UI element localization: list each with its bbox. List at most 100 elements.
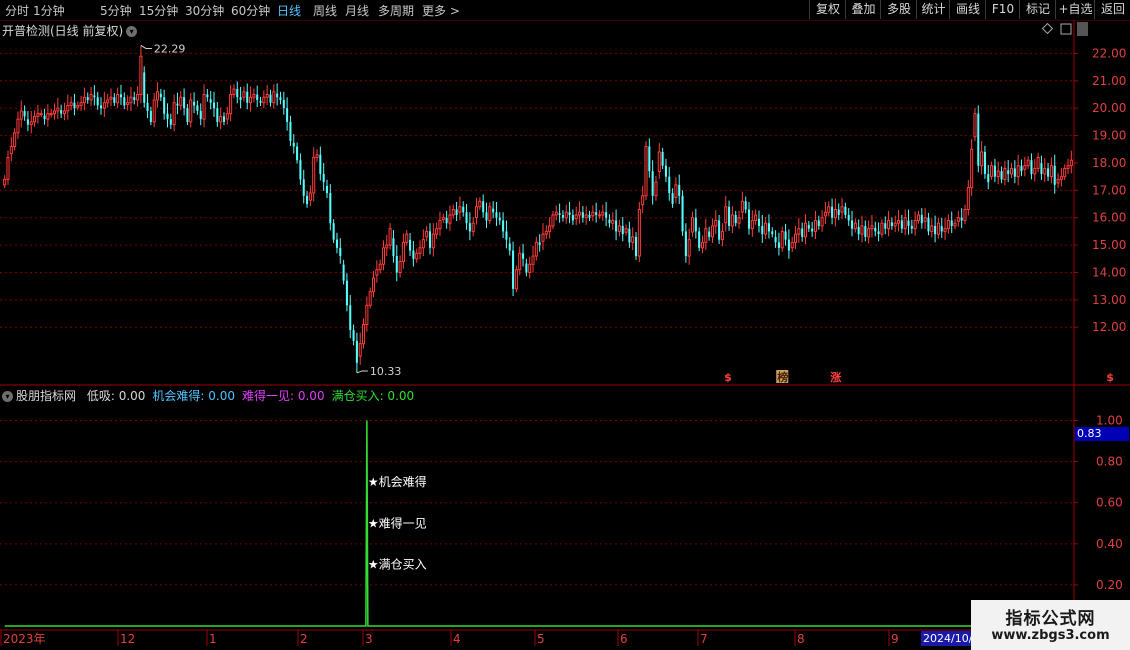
candle-down xyxy=(1020,165,1023,172)
candle-down xyxy=(43,115,46,120)
candle-up xyxy=(578,211,582,216)
signal-annotation-0: ★机会难得 xyxy=(368,474,427,489)
candle-down xyxy=(671,193,674,205)
candle-down xyxy=(744,201,747,210)
date-label-10: 9 xyxy=(891,632,899,646)
candle-down xyxy=(269,94,272,103)
candle-up xyxy=(421,239,425,249)
candle-up xyxy=(66,104,70,112)
candle-up xyxy=(19,110,23,120)
candle-up xyxy=(62,110,67,115)
candle-up xyxy=(867,228,871,238)
candle-down xyxy=(498,217,501,221)
candle-up xyxy=(52,110,57,115)
candle-up xyxy=(1049,165,1053,178)
candle-up xyxy=(797,228,801,235)
candle-up xyxy=(1043,167,1047,175)
candle-up xyxy=(803,222,808,238)
candle-up xyxy=(531,255,535,265)
candle-down xyxy=(525,263,528,273)
candle-down xyxy=(428,231,432,248)
candle-up xyxy=(1036,156,1040,169)
candle-up xyxy=(1009,167,1014,175)
candle-down xyxy=(595,212,598,215)
candle-down xyxy=(482,201,485,213)
candle-up xyxy=(272,91,276,104)
candle-down xyxy=(495,212,498,218)
candle-down xyxy=(209,99,212,103)
candle-up xyxy=(737,217,741,224)
candle-up xyxy=(930,225,934,232)
candle-up xyxy=(29,121,33,126)
candle-up xyxy=(996,170,1000,178)
candle-down xyxy=(279,97,282,100)
candle-down xyxy=(412,250,415,259)
candle-down xyxy=(176,103,179,106)
candle-up xyxy=(458,206,462,213)
candle-down xyxy=(282,99,285,109)
candle-down xyxy=(319,154,322,174)
candle-up xyxy=(966,187,970,211)
candle-down xyxy=(801,228,804,237)
candle-up xyxy=(518,252,522,271)
candle-down xyxy=(940,226,943,232)
candle-down xyxy=(664,165,667,177)
candle-up xyxy=(714,219,718,227)
watermark-title: 指标公式网 xyxy=(1005,609,1096,629)
candle-up xyxy=(880,222,884,235)
candle-down xyxy=(877,231,880,235)
candle-down xyxy=(462,206,465,213)
candle-up xyxy=(724,206,728,224)
candle-up xyxy=(913,219,917,230)
candle-up xyxy=(401,241,405,263)
candle-down xyxy=(302,179,305,196)
candle-down xyxy=(256,94,259,100)
candle-up xyxy=(36,113,40,117)
current-value-badge: 0.83 xyxy=(1075,427,1129,441)
candle-down xyxy=(23,110,26,117)
candle-up xyxy=(551,214,555,227)
main-y-tick-3: 19.00 xyxy=(1092,129,1126,143)
candle-down xyxy=(329,193,332,224)
candle-down xyxy=(817,220,820,226)
candle-up xyxy=(368,291,372,306)
candle-down xyxy=(694,217,697,232)
candle-down xyxy=(907,220,910,226)
candle-up xyxy=(870,225,874,230)
candle-down xyxy=(492,208,495,213)
low-label: 10.33 xyxy=(370,365,402,378)
candle-up xyxy=(252,94,256,98)
candle-down xyxy=(698,231,701,248)
candle-up xyxy=(813,219,817,232)
event-marker-2: 涨 xyxy=(830,370,841,384)
candle-down xyxy=(502,220,505,232)
candle-down xyxy=(465,212,468,224)
candle-up xyxy=(179,96,183,106)
candle-up xyxy=(89,94,93,101)
main-y-tick-5: 17.00 xyxy=(1092,183,1126,197)
candle-down xyxy=(884,223,887,229)
candle-up xyxy=(574,214,578,220)
date-label-6: 5 xyxy=(537,632,545,646)
candle-up xyxy=(601,211,605,216)
candle-up xyxy=(710,225,714,238)
date-label-2: 1 xyxy=(209,632,217,646)
candle-up xyxy=(265,94,269,98)
candle-down xyxy=(113,97,116,103)
candle-up xyxy=(790,241,794,249)
candle-down xyxy=(355,340,358,363)
candle-up xyxy=(425,230,429,238)
candle-down xyxy=(146,102,149,111)
candle-up xyxy=(631,236,635,243)
chart-canvas[interactable]: 22.0021.0020.0019.0018.0017.0016.0015.00… xyxy=(0,0,1130,650)
candle-up xyxy=(916,214,921,221)
candle-down xyxy=(668,176,671,194)
candle-up xyxy=(202,94,206,120)
candle-up xyxy=(700,241,705,249)
candle-up xyxy=(1016,165,1020,178)
candle-up xyxy=(106,99,110,104)
candle-down xyxy=(286,108,289,122)
ind-y-tick-1: 0.80 xyxy=(1096,455,1123,469)
candle-up xyxy=(405,233,409,243)
candle-down xyxy=(910,225,913,229)
